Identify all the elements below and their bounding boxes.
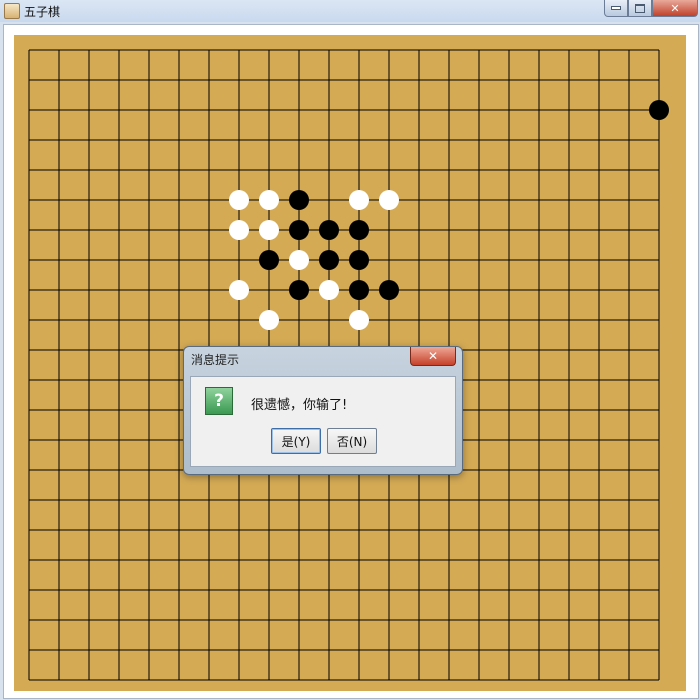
question-icon: ?: [205, 387, 233, 415]
black-stone: [349, 220, 369, 240]
black-stone: [649, 100, 669, 120]
black-stone: [289, 280, 309, 300]
white-stone: [349, 190, 369, 210]
white-stone: [229, 220, 249, 240]
no-button[interactable]: 否(N): [327, 428, 377, 454]
white-stone: [259, 310, 279, 330]
black-stone: [259, 250, 279, 270]
white-stone: [379, 190, 399, 210]
window-titlebar: 五子棋 ✕: [0, 0, 700, 23]
minimize-button[interactable]: [604, 0, 628, 17]
black-stone: [349, 280, 369, 300]
white-stone: [349, 310, 369, 330]
window-close-button[interactable]: ✕: [652, 0, 698, 17]
white-stone: [229, 280, 249, 300]
white-stone: [229, 190, 249, 210]
message-dialog: 消息提示 ✕ ? 很遗憾，你输了! 是(Y) 否(N): [183, 346, 463, 475]
close-icon: ✕: [427, 349, 439, 363]
dialog-body: ? 很遗憾，你输了! 是(Y) 否(N): [190, 376, 456, 467]
maximize-button[interactable]: [628, 0, 652, 17]
black-stone: [319, 220, 339, 240]
dialog-title: 消息提示: [191, 353, 240, 367]
yes-button[interactable]: 是(Y): [271, 428, 321, 454]
white-stone: [319, 280, 339, 300]
black-stone: [289, 220, 309, 240]
black-stone: [349, 250, 369, 270]
white-stone: [259, 220, 279, 240]
close-icon: ✕: [670, 1, 680, 15]
white-stone: [259, 190, 279, 210]
black-stone: [289, 190, 309, 210]
black-stone: [379, 280, 399, 300]
dialog-close-button[interactable]: ✕: [410, 347, 456, 366]
maximize-icon: [635, 3, 645, 13]
dialog-message: 很遗憾，你输了!: [251, 398, 348, 413]
java-coffee-icon: [4, 3, 20, 19]
black-stone: [319, 250, 339, 270]
minimize-icon: [611, 6, 621, 10]
window-controls: ✕: [604, 0, 698, 17]
window-title: 五子棋: [24, 5, 61, 19]
white-stone: [289, 250, 309, 270]
